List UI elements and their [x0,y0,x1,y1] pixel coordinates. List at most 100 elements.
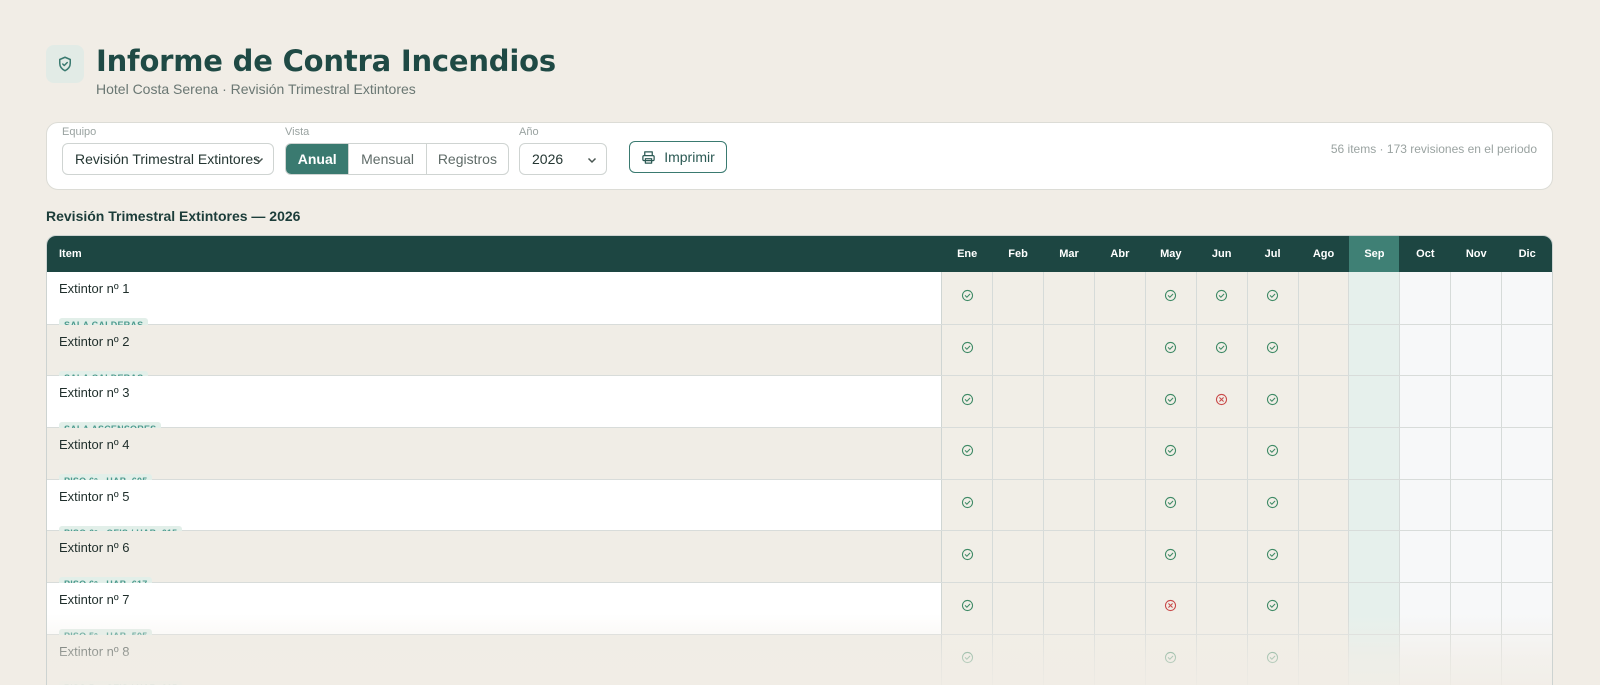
month-cell[interactable] [1348,376,1400,428]
month-cell[interactable] [1297,324,1349,376]
table-row[interactable]: Extintor nº 1SALA CALDERAS [47,272,1552,332]
print-button[interactable]: Imprimir [629,141,727,173]
month-cell[interactable] [992,634,1044,685]
month-cell[interactable] [1501,428,1552,479]
month-cell[interactable] [941,531,993,583]
month-cell[interactable] [1450,428,1502,479]
equipo-select[interactable]: Revisión Trimestral Extintores [62,143,274,175]
month-cell[interactable] [1501,634,1552,685]
month-cell[interactable] [1144,428,1196,479]
month-cell[interactable] [1501,272,1552,324]
month-cell[interactable] [1093,272,1145,324]
month-cell[interactable] [1297,272,1349,324]
month-cell[interactable] [1144,324,1196,376]
vista-option-mensual[interactable]: Mensual [348,144,425,174]
month-cell[interactable] [1043,531,1094,583]
month-cell[interactable] [1297,583,1349,634]
table-row[interactable]: Extintor nº 8 PISO 5º - OFIS / HAB. 615 [47,633,1552,685]
month-cell[interactable] [1093,583,1145,634]
month-cell[interactable] [992,272,1044,324]
month-cell[interactable] [1348,272,1400,324]
month-cell[interactable] [941,324,993,376]
anio-select[interactable]: 2026 [519,143,607,175]
month-cell[interactable] [1297,531,1349,583]
month-cell[interactable] [1093,634,1145,685]
month-cell[interactable] [1450,376,1502,428]
month-cell[interactable] [992,428,1044,479]
month-cell[interactable] [941,479,993,531]
month-cell[interactable] [1399,479,1451,531]
month-cell[interactable] [1297,428,1349,479]
month-cell[interactable] [1348,479,1400,531]
vista-option-registros[interactable]: Registros [425,144,508,174]
month-cell[interactable] [1195,428,1247,479]
month-cell[interactable] [1399,583,1451,634]
month-cell[interactable] [1195,376,1247,428]
month-cell[interactable] [1399,531,1451,583]
month-cell[interactable] [1501,531,1552,583]
month-cell[interactable] [1195,583,1247,634]
month-cell[interactable] [1501,479,1552,531]
month-cell[interactable] [1450,634,1502,685]
month-cell[interactable] [1450,272,1502,324]
month-cell[interactable] [1501,376,1552,428]
month-cell[interactable] [941,376,993,428]
month-cell[interactable] [1195,272,1247,324]
month-cell[interactable] [1144,531,1196,583]
month-cell[interactable] [1246,634,1298,685]
month-cell[interactable] [1043,583,1094,634]
month-cell[interactable] [1348,634,1400,685]
month-cell[interactable] [1450,531,1502,583]
month-cell[interactable] [1297,634,1349,685]
month-cell[interactable] [1246,583,1298,634]
month-cell[interactable] [1093,428,1145,479]
month-cell[interactable] [1195,531,1247,583]
month-cell[interactable] [1399,428,1451,479]
month-cell[interactable] [941,272,993,324]
month-cell[interactable] [1195,634,1247,685]
month-cell[interactable] [1399,634,1451,685]
month-cell[interactable] [1043,428,1094,479]
table-row[interactable]: Extintor nº 3SALA ASCENSORES [47,375,1552,437]
month-cell[interactable] [1501,583,1552,634]
month-cell[interactable] [1246,324,1298,376]
month-cell[interactable] [1297,479,1349,531]
month-cell[interactable] [1246,428,1298,479]
month-cell[interactable] [1195,479,1247,531]
month-cell[interactable] [1501,324,1552,376]
month-cell[interactable] [1348,428,1400,479]
month-cell[interactable] [1246,479,1298,531]
month-cell[interactable] [941,634,993,685]
month-cell[interactable] [1348,531,1400,583]
month-cell[interactable] [941,428,993,479]
month-cell[interactable] [1043,376,1094,428]
month-cell[interactable] [1399,324,1451,376]
month-cell[interactable] [1348,583,1400,634]
month-cell[interactable] [1043,324,1094,376]
month-cell[interactable] [1144,583,1196,634]
month-cell[interactable] [1093,479,1145,531]
table-row[interactable]: Extintor nº 4PISO 6º - HAB. 605 [47,427,1552,489]
month-cell[interactable] [1144,376,1196,428]
table-row[interactable]: Extintor nº 5PISO 6º - OFIS / HAB. 615 [47,478,1552,540]
month-cell[interactable] [941,583,993,634]
month-cell[interactable] [992,583,1044,634]
vista-option-anual[interactable]: Anual [286,144,349,174]
month-cell[interactable] [1093,531,1145,583]
month-cell[interactable] [992,324,1044,376]
month-cell[interactable] [1093,376,1145,428]
month-cell[interactable] [1043,479,1094,531]
month-cell[interactable] [1246,376,1298,428]
month-cell[interactable] [1043,634,1094,685]
table-row[interactable]: Extintor nº 2SALA CALDERAS [47,323,1552,385]
month-cell[interactable] [1144,272,1196,324]
month-cell[interactable] [1297,376,1349,428]
month-cell[interactable] [1246,531,1298,583]
month-cell[interactable] [1144,634,1196,685]
month-cell[interactable] [992,531,1044,583]
month-cell[interactable] [1043,272,1094,324]
month-cell[interactable] [1450,324,1502,376]
month-cell[interactable] [1450,479,1502,531]
month-cell[interactable] [1144,479,1196,531]
month-cell[interactable] [1450,583,1502,634]
